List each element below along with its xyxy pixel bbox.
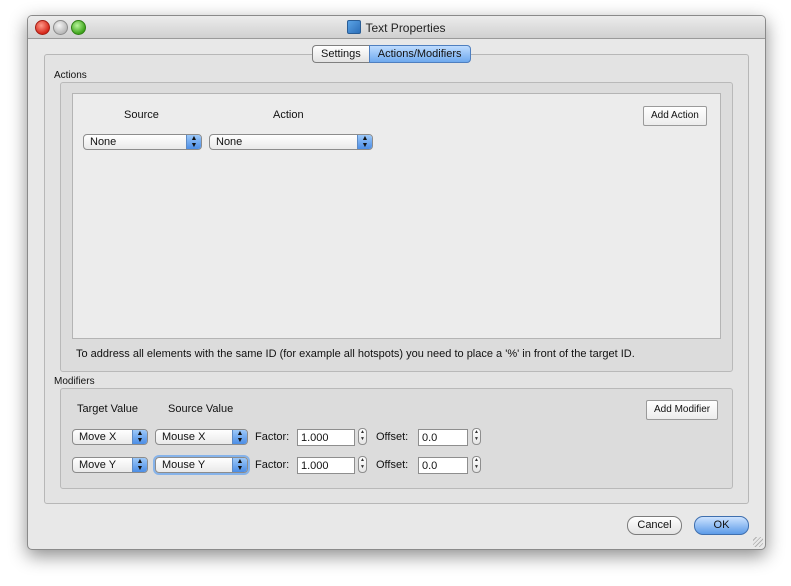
modifiers-group-label: Modifiers bbox=[54, 376, 95, 387]
modifier-source-popup[interactable]: Mouse Y ▲ ▼ bbox=[155, 457, 248, 473]
offset-stepper[interactable]: ▲ ▼ bbox=[472, 456, 481, 473]
modifiers-target-header: Target Value bbox=[77, 403, 138, 415]
tab-actions-modifiers[interactable]: Actions/Modifiers bbox=[368, 45, 471, 63]
popup-arrows-icon: ▲ ▼ bbox=[132, 458, 147, 472]
modifier-source-value: Mouse X bbox=[162, 431, 206, 443]
text-properties-app-icon bbox=[347, 20, 362, 34]
modifier-source-value: Mouse Y bbox=[162, 459, 206, 471]
tab-bar: Settings Actions/Modifiers bbox=[312, 45, 471, 63]
modifier-target-popup[interactable]: Move Y ▲ ▼ bbox=[72, 457, 148, 473]
actions-source-header: Source bbox=[124, 109, 159, 121]
modifier-target-popup[interactable]: Move X ▲ ▼ bbox=[72, 429, 148, 445]
actions-action-header: Action bbox=[273, 109, 304, 121]
factor-label: Factor: bbox=[255, 459, 290, 471]
popup-arrows-icon: ▲ ▼ bbox=[186, 135, 201, 149]
offset-label: Offset: bbox=[376, 431, 409, 443]
cancel-button[interactable]: Cancel bbox=[627, 516, 682, 535]
modifier-target-value: Move X bbox=[79, 431, 117, 443]
modifiers-group: Target Value Source Value Add Modifier M… bbox=[60, 388, 733, 489]
popup-arrows-icon: ▲ ▼ bbox=[232, 430, 247, 444]
factor-stepper[interactable]: ▲ ▼ bbox=[358, 456, 367, 473]
actions-list: Source Action Add Action None ▲ ▼ None ▲ ▼ bbox=[72, 93, 721, 339]
add-action-button[interactable]: Add Action bbox=[643, 106, 707, 126]
action-type-popup[interactable]: None ▲ ▼ bbox=[209, 134, 373, 150]
ok-button[interactable]: OK bbox=[694, 516, 749, 535]
modifier-target-value: Move Y bbox=[79, 459, 117, 471]
actions-group-label: Actions bbox=[54, 70, 87, 81]
offset-stepper[interactable]: ▲ ▼ bbox=[472, 428, 481, 445]
modifier-source-popup[interactable]: Mouse X ▲ ▼ bbox=[155, 429, 248, 445]
offset-label: Offset: bbox=[376, 459, 409, 471]
factor-field[interactable] bbox=[297, 457, 355, 474]
action-source-value: None bbox=[90, 136, 117, 148]
popup-arrows-icon: ▲ ▼ bbox=[357, 135, 372, 149]
modifiers-source-header: Source Value bbox=[168, 403, 234, 415]
factor-field[interactable] bbox=[297, 429, 355, 446]
popup-arrows-icon: ▲ ▼ bbox=[232, 458, 247, 472]
popup-arrows-icon: ▲ ▼ bbox=[132, 430, 147, 444]
resize-grip-icon[interactable] bbox=[753, 537, 763, 547]
factor-label: Factor: bbox=[255, 431, 290, 443]
title-bar[interactable]: Text Properties bbox=[28, 16, 765, 39]
factor-stepper[interactable]: ▲ ▼ bbox=[358, 428, 367, 445]
actions-group: Source Action Add Action None ▲ ▼ None ▲ ▼… bbox=[60, 82, 733, 372]
offset-field[interactable] bbox=[418, 429, 468, 446]
offset-field[interactable] bbox=[418, 457, 468, 474]
add-modifier-button[interactable]: Add Modifier bbox=[646, 400, 719, 420]
tab-settings[interactable]: Settings bbox=[312, 45, 369, 63]
action-source-popup[interactable]: None ▲ ▼ bbox=[83, 134, 202, 150]
tab-panel: Actions Source Action Add Action None ▲ ▼… bbox=[44, 54, 749, 504]
text-properties-dialog: Text Properties Actions Source Action Ad… bbox=[27, 15, 766, 550]
action-type-value: None bbox=[216, 136, 243, 148]
window-title: Text Properties bbox=[28, 20, 765, 35]
actions-hint: To address all elements with the same ID… bbox=[76, 348, 635, 360]
